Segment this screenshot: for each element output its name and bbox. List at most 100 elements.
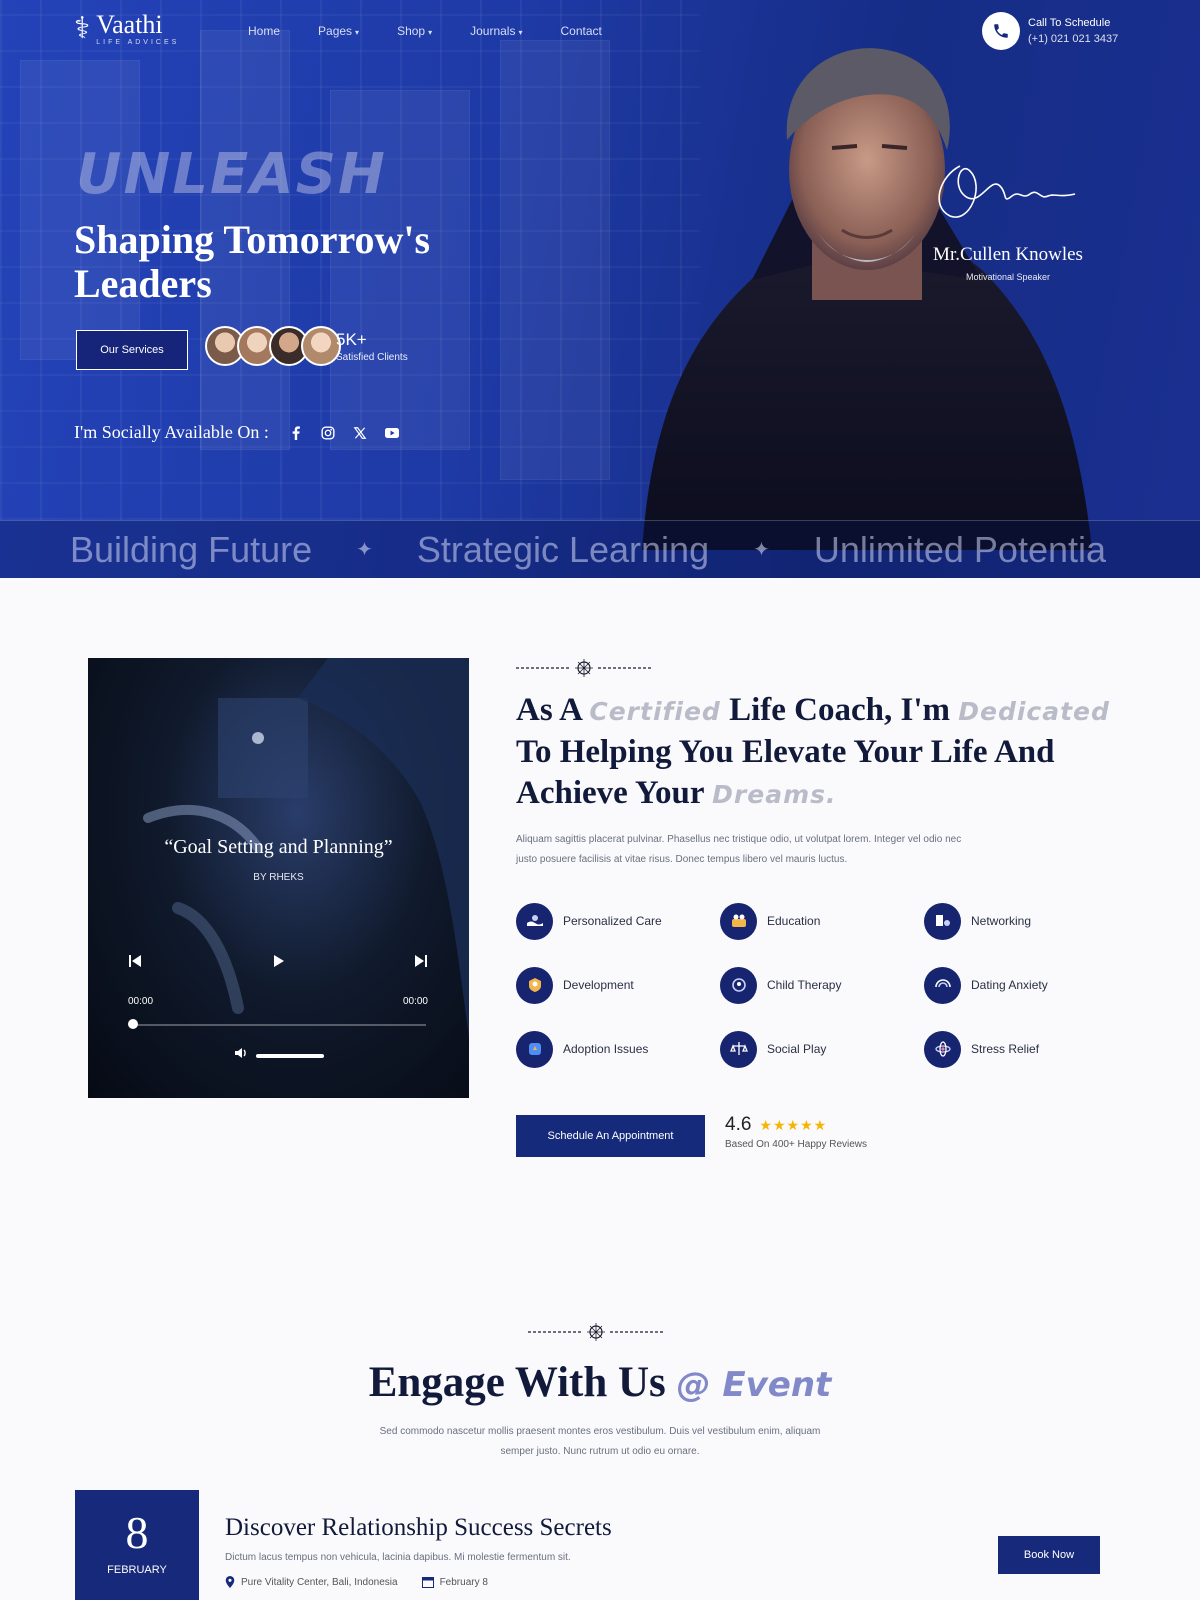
social-label: I'm Socially Available On : xyxy=(74,422,269,442)
heading-text: Engage With Us xyxy=(368,1359,666,1406)
ticker-item: Building Future xyxy=(70,528,313,570)
event-date-text: February 8 xyxy=(439,1576,488,1588)
service-item[interactable]: Development xyxy=(516,966,720,1004)
logo-mark-icon: ⚕ xyxy=(74,11,91,46)
service-label: Stress Relief xyxy=(971,1042,1040,1056)
ticker-item: Strategic Learning xyxy=(416,528,710,570)
hero-overlay-word: UNLEASH xyxy=(76,142,387,207)
nav-label: Shop xyxy=(397,24,426,38)
previous-track-icon[interactable] xyxy=(128,954,142,973)
x-icon[interactable] xyxy=(353,426,367,440)
facebook-icon[interactable] xyxy=(289,425,303,440)
heading-text: Life Coach, I'm xyxy=(720,692,959,728)
nav-journals[interactable]: Journals ▾ xyxy=(470,24,522,38)
adoption-icon xyxy=(516,1030,553,1068)
star-icon: ✦ xyxy=(753,539,770,561)
location-pin-icon xyxy=(225,1576,235,1588)
event-date: February 8 xyxy=(421,1576,488,1588)
service-item[interactable]: Dating Anxiety xyxy=(924,966,1128,1004)
nav-shop[interactable]: Shop ▾ xyxy=(397,24,432,38)
client-avatars xyxy=(205,326,341,366)
section-ornament xyxy=(528,1323,664,1341)
star-rating-icon: ★★★★★ xyxy=(759,1116,828,1133)
clients-label: Satisfied Clients xyxy=(336,352,408,363)
calendar-icon xyxy=(421,1577,434,1588)
youtube-icon[interactable] xyxy=(384,426,399,440)
service-item[interactable]: Adoption Issues xyxy=(516,1030,720,1068)
service-item[interactable]: Education xyxy=(720,902,924,940)
event-location-text: Pure Vitality Center, Bali, Indonesia xyxy=(241,1576,398,1588)
service-label: Networking xyxy=(971,914,1032,928)
speaker-role: Motivational Speaker xyxy=(965,272,1051,282)
social-links: I'm Socially Available On : xyxy=(74,422,399,443)
dating-anxiety-icon xyxy=(924,966,961,1004)
player-controls xyxy=(128,954,428,973)
nav-contact[interactable]: Contact xyxy=(560,24,601,38)
rating-value: 4.6 xyxy=(725,1114,752,1135)
events-paragraph: Sed commodo nascetur mollis praesent mon… xyxy=(379,1426,821,1457)
logo-tagline: LIFE ADVICES xyxy=(96,39,180,46)
heading-accent: Dreams. xyxy=(712,780,837,809)
player-quote: “Goal Setting and Planning” xyxy=(164,836,393,858)
call-title: Call To Schedule xyxy=(1028,17,1111,29)
event-month: FEBRUARY xyxy=(107,1564,167,1576)
section-ornament xyxy=(516,659,652,677)
site-logo[interactable]: ⚕ Vaathi LIFE ADVICES xyxy=(74,10,180,47)
book-now-button[interactable]: Book Now xyxy=(998,1536,1100,1574)
chevron-down-icon: ▾ xyxy=(428,28,433,37)
seek-handle[interactable] xyxy=(128,1019,138,1029)
event-meta: Pure Vitality Center, Bali, Indonesia Fe… xyxy=(225,1576,488,1588)
seek-bar[interactable] xyxy=(130,1024,426,1026)
time-total: 00:00 xyxy=(402,996,428,1007)
star-icon: ✦ xyxy=(356,539,373,561)
rating-summary: 4.6 ★★★★★ Based On 400+ Happy Reviews xyxy=(725,1114,867,1150)
schedule-appointment-button[interactable]: Schedule An Appointment xyxy=(516,1115,705,1157)
networking-icon xyxy=(924,902,961,940)
volume-slider[interactable] xyxy=(256,1053,324,1058)
speaker-name: Mr.Cullen Knowles xyxy=(933,244,1083,265)
speaker-portrait xyxy=(642,48,1092,550)
service-item[interactable]: Stress Relief xyxy=(924,1030,1128,1068)
volume-icon[interactable] xyxy=(234,1046,248,1065)
events-heading: Engage With Us @ Event xyxy=(0,1358,1200,1407)
logo-name: Vaathi xyxy=(96,10,163,39)
service-label: Child Therapy xyxy=(767,978,842,992)
education-icon xyxy=(720,902,757,940)
event-date-badge: 8 FEBRUARY xyxy=(75,1490,199,1600)
avatar xyxy=(301,326,341,366)
hero-section: ⚕ Vaathi LIFE ADVICES Home Pages ▾ Shop ▾ … xyxy=(0,0,1200,578)
nav-pages[interactable]: Pages ▾ xyxy=(318,24,359,38)
heading-accent: Dedicated xyxy=(958,697,1110,726)
hero-headline: Shaping Tomorrow's Leaders xyxy=(74,217,431,306)
clients-count: 5K+ xyxy=(336,330,367,349)
child-therapy-icon xyxy=(720,966,757,1004)
nav-home[interactable]: Home xyxy=(248,24,280,38)
service-item[interactable]: Child Therapy xyxy=(720,966,924,1004)
about-heading: As A Certified Life Coach, I'm Dedicated… xyxy=(516,690,1116,815)
speaker-signature xyxy=(938,165,1076,218)
ticker-item: Unlimited Potentia xyxy=(813,528,1107,570)
about-paragraph: Aliquam sagittis placerat pulvinar. Phas… xyxy=(516,834,962,865)
service-item[interactable]: Networking xyxy=(924,902,1128,940)
service-label: Adoption Issues xyxy=(563,1042,649,1056)
background-building xyxy=(20,60,140,360)
next-track-icon[interactable] xyxy=(414,954,428,973)
play-icon[interactable] xyxy=(271,954,285,973)
service-item[interactable]: Social Play xyxy=(720,1030,924,1068)
services-grid: Personalized Care Education Networking D… xyxy=(516,902,1136,1068)
player-times: 00:00 00:00 xyxy=(128,996,428,1007)
event-location: Pure Vitality Center, Bali, Indonesia xyxy=(225,1576,398,1588)
speaker-caption: Mr.Cullen Knowles Motivational Speaker xyxy=(928,244,1088,282)
service-label: Education xyxy=(767,914,821,928)
nav-label: Pages xyxy=(318,24,353,38)
event-title[interactable]: Discover Relationship Success Secrets xyxy=(225,1514,612,1542)
instagram-icon[interactable] xyxy=(321,425,335,440)
main-nav: Home Pages ▾ Shop ▾ Journals ▾ Contact xyxy=(248,24,602,38)
our-services-button[interactable]: Our Services xyxy=(76,330,188,370)
stress-relief-icon xyxy=(924,1030,961,1068)
service-label: Personalized Care xyxy=(563,914,662,928)
social-play-icon xyxy=(720,1030,757,1068)
service-item[interactable]: Personalized Care xyxy=(516,902,720,940)
background-building xyxy=(500,40,610,480)
event-description: Dictum lacus tempus non vehicula, lacini… xyxy=(225,1552,571,1563)
